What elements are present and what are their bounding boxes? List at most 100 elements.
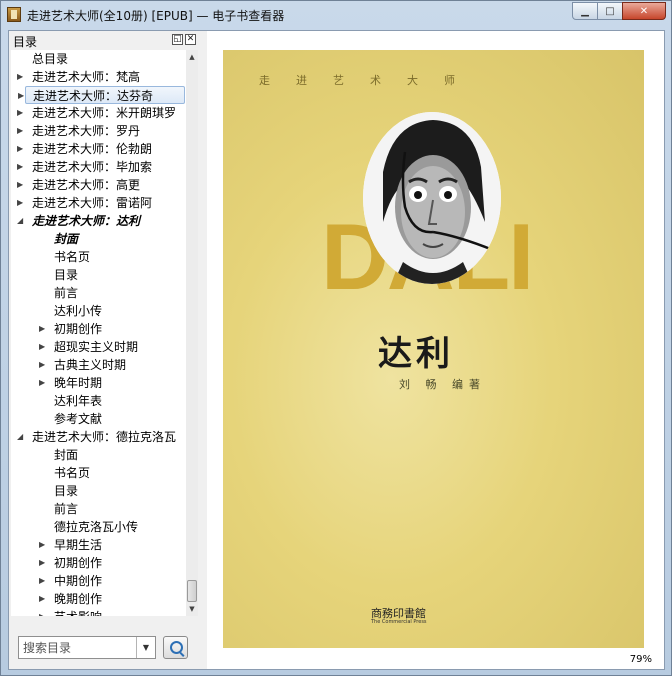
minimize-icon: ▁	[581, 5, 589, 17]
toc-item[interactable]: ▶ 艺术影响	[11, 608, 186, 616]
toc-item-label: 达利年表	[54, 394, 103, 408]
expand-arrow-icon[interactable]: ▶	[39, 572, 45, 590]
scroll-up-icon[interactable]: ▲	[186, 50, 198, 64]
toc-tree[interactable]: 总目录 ▶ 走进艺术大师：梵高 ▶ 走进艺术大师：达芬奇 ▶ 走进艺术大师：米开朗琪罗 ▶ 走进…	[11, 50, 186, 616]
toc-item[interactable]: 总目录	[11, 50, 186, 68]
close-pane-button[interactable]: ✕	[185, 34, 196, 45]
window-controls: ▁ □ ✕	[572, 2, 666, 20]
close-button[interactable]: ✕	[622, 2, 666, 20]
minimize-button[interactable]: ▁	[572, 2, 598, 20]
toc-item-label: 艺术影响	[54, 608, 102, 616]
toc-item[interactable]: ▶ 走进艺术大师：达芬奇	[18, 86, 185, 104]
expand-arrow-icon[interactable]: ▶	[39, 356, 45, 374]
cover-author: 刘 畅 编著	[399, 378, 486, 391]
toc-item[interactable]: ▶ 超现实主义时期	[11, 338, 186, 356]
toc-title: 目录	[13, 35, 38, 49]
toc-item-label: 总目录	[32, 52, 69, 66]
toc-item[interactable]: ▶ 走进艺术大师：伦勃朗	[11, 140, 186, 158]
toc-item-label: 前言	[54, 286, 79, 300]
expand-arrow-icon[interactable]: ▶	[39, 554, 45, 572]
toc-item[interactable]: ▶ 初期创作	[11, 554, 186, 572]
search-icon	[170, 641, 183, 654]
float-pane-button[interactable]: ◱	[172, 34, 183, 45]
toc-search-input[interactable]	[19, 637, 137, 658]
search-button[interactable]	[163, 636, 188, 659]
cover-series-name: 走进艺术大师	[259, 74, 481, 87]
toc-item[interactable]: ▶ 走进艺术大师：高更	[11, 176, 186, 194]
toc-item-label: 走进艺术大师：伦勃朗	[32, 142, 153, 156]
expand-arrow-icon[interactable]: ▶	[17, 68, 23, 86]
cover-book-title: 达利	[378, 334, 454, 374]
scroll-thumb[interactable]	[187, 580, 197, 602]
toc-item[interactable]: 封面	[11, 446, 186, 464]
expand-arrow-icon[interactable]: ▶	[39, 374, 45, 392]
toc-item[interactable]: 前言	[11, 284, 186, 302]
toc-item-label: 书名页	[54, 250, 91, 264]
toc-item[interactable]: 达利年表	[11, 392, 186, 410]
toc-item[interactable]: ▶ 中期创作	[11, 572, 186, 590]
book-page: 走进艺术大师 DALI	[223, 50, 644, 648]
expand-arrow-icon[interactable]: ▶	[18, 87, 24, 105]
toc-search-box: ▼	[18, 636, 156, 659]
expand-arrow-icon[interactable]: ▶	[39, 536, 45, 554]
maximize-button[interactable]: □	[597, 2, 623, 20]
scroll-down-icon[interactable]: ▼	[186, 602, 198, 616]
expand-arrow-icon[interactable]: ▶	[39, 608, 45, 616]
toc-item[interactable]: ▶ 走进艺术大师：毕加索	[11, 158, 186, 176]
toc-item[interactable]: 目录	[11, 482, 186, 500]
toc-item-label: 走进艺术大师：德拉克洛瓦	[32, 430, 177, 444]
window-title: 走进艺术大师(全10册) [EPUB] — 电子书查看器	[27, 9, 285, 23]
toc-item[interactable]: 德拉克洛瓦小传	[11, 518, 186, 536]
toc-item[interactable]: ▶ 早期生活	[11, 536, 186, 554]
toc-item[interactable]: ▶ 古典主义时期	[11, 356, 186, 374]
close-icon: ✕	[639, 5, 649, 17]
toc-item[interactable]: 前言	[11, 500, 186, 518]
toc-item-label: 目录	[54, 484, 79, 498]
toc-item[interactable]: 目录	[11, 266, 186, 284]
toc-item[interactable]: ◢ 走进艺术大师：德拉克洛瓦	[11, 428, 186, 446]
toc-item-label: 封面	[54, 448, 79, 462]
toc-scrollbar[interactable]: ▲ ▼	[186, 50, 198, 616]
toc-item[interactable]: ▶ 晚年时期	[11, 374, 186, 392]
expand-arrow-icon[interactable]: ▶	[39, 320, 45, 338]
toc-item[interactable]: ▶ 走进艺术大师：梵高	[11, 68, 186, 86]
expand-arrow-icon[interactable]: ▶	[17, 140, 23, 158]
cover-publisher-en: The Commercial Press	[371, 619, 427, 625]
toc-item[interactable]: ▶ 初期创作	[11, 320, 186, 338]
expand-arrow-icon[interactable]: ▶	[17, 176, 23, 194]
toc-item-label: 封面	[54, 232, 79, 246]
toc-item-label: 走进艺术大师：毕加索	[32, 160, 153, 174]
toc-item[interactable]: 书名页	[11, 248, 186, 266]
collapse-arrow-icon[interactable]: ◢	[17, 428, 23, 446]
maximize-icon: □	[605, 5, 615, 17]
toc-item[interactable]: 达利小传	[11, 302, 186, 320]
expand-arrow-icon[interactable]: ▶	[17, 158, 23, 176]
collapse-arrow-icon[interactable]: ◢	[17, 212, 23, 230]
dali-portrait-icon	[363, 112, 501, 284]
toc-item-label: 早期生活	[54, 538, 103, 552]
toc-item[interactable]: ▶ 走进艺术大师：米开朗琪罗	[11, 104, 186, 122]
expand-arrow-icon[interactable]: ▶	[17, 104, 23, 122]
book-viewer[interactable]: 走进艺术大师 DALI	[207, 31, 664, 669]
expand-arrow-icon[interactable]: ▶	[17, 122, 23, 140]
toc-item[interactable]: ▶ 走进艺术大师：雷诺阿	[11, 194, 186, 212]
app-window: 走进艺术大师(全10册) [EPUB] — 电子书查看器 ▁ □ ✕ 目录 ◱ …	[0, 0, 672, 676]
toc-item[interactable]: ▶ 走进艺术大师：罗丹	[11, 122, 186, 140]
toc-item[interactable]: 书名页	[11, 464, 186, 482]
expand-arrow-icon[interactable]: ▶	[17, 194, 23, 212]
expand-arrow-icon[interactable]: ▶	[39, 590, 45, 608]
cover-portrait	[363, 112, 501, 284]
toc-item[interactable]: 封面	[11, 230, 186, 248]
expand-arrow-icon[interactable]: ▶	[39, 338, 45, 356]
float-icon: ◱	[173, 34, 182, 44]
toc-item-label: 走进艺术大师：米开朗琪罗	[32, 106, 177, 120]
toc-item-label: 达利小传	[54, 304, 103, 318]
search-history-dropdown[interactable]: ▼	[136, 637, 155, 658]
toc-item[interactable]: ◢ 走进艺术大师：达利	[11, 212, 186, 230]
toc-item[interactable]: 参考文献	[11, 410, 186, 428]
toc-item-label: 超现实主义时期	[54, 340, 139, 354]
toc-item-label: 走进艺术大师：高更	[32, 178, 141, 192]
title-bar[interactable]: 走进艺术大师(全10册) [EPUB] — 电子书查看器 ▁ □ ✕	[1, 1, 671, 29]
toc-item[interactable]: ▶ 晚期创作	[11, 590, 186, 608]
toc-item-label: 走进艺术大师：达芬奇	[33, 89, 154, 103]
